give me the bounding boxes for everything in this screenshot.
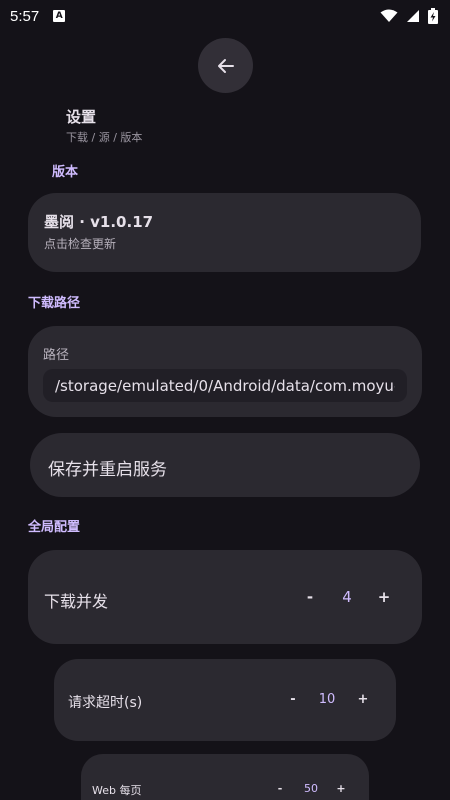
notification-a-icon: A xyxy=(53,10,66,22)
timeout-decrement-button[interactable]: - xyxy=(283,692,303,707)
download-path-card: 路径 xyxy=(28,326,422,417)
web-page-size-value: 50 xyxy=(304,782,318,795)
app-version: 墨阅 · v1.0.17 xyxy=(44,213,154,231)
arrow-left-icon xyxy=(217,58,234,73)
timeout-stepper-card: 请求超时(s) - 10 + xyxy=(54,659,396,741)
battery-charging-icon xyxy=(428,8,438,24)
version-section-title: 版本 xyxy=(52,165,79,180)
timeout-label: 请求超时(s) xyxy=(68,695,143,711)
save-restart-button[interactable]: 保存并重启服务 xyxy=(30,433,420,497)
back-button[interactable] xyxy=(198,38,253,93)
check-update-hint: 点击检查更新 xyxy=(44,237,117,251)
wifi-icon xyxy=(380,9,398,22)
web-page-size-decrement-button[interactable]: - xyxy=(272,782,288,795)
timeout-increment-button[interactable]: + xyxy=(353,692,373,707)
path-field-label: 路径 xyxy=(43,348,70,363)
page-title: 设置 xyxy=(66,108,97,126)
download-path-section-title: 下载路径 xyxy=(28,296,81,311)
version-card[interactable]: 墨阅 · v1.0.17 点击检查更新 xyxy=(28,193,421,272)
status-bar: 5:57 A xyxy=(0,0,450,32)
save-restart-label: 保存并重启服务 xyxy=(48,460,167,480)
settings-screen: 5:57 A 设置 下载 / 源 / 版本 版本 墨阅 · v1.0.17 点击… xyxy=(0,0,450,800)
web-page-size-label: Web 每页 xyxy=(92,784,142,797)
concurrency-value: 4 xyxy=(342,588,352,606)
status-time: 5:57 xyxy=(10,7,40,25)
web-page-size-stepper-card: Web 每页 - 50 + xyxy=(81,754,369,800)
web-page-size-increment-button[interactable]: + xyxy=(333,782,349,795)
timeout-value: 10 xyxy=(318,692,336,707)
breadcrumb: 下载 / 源 / 版本 xyxy=(66,131,143,144)
concurrency-label: 下载并发 xyxy=(44,592,109,611)
global-config-section-title: 全局配置 xyxy=(28,520,81,535)
concurrency-stepper-card: 下载并发 - 4 + xyxy=(28,550,422,644)
concurrency-increment-button[interactable]: + xyxy=(374,588,394,606)
status-icons xyxy=(380,8,438,24)
path-input[interactable] xyxy=(43,369,407,402)
signal-icon xyxy=(407,10,419,22)
concurrency-decrement-button[interactable]: - xyxy=(300,588,320,606)
